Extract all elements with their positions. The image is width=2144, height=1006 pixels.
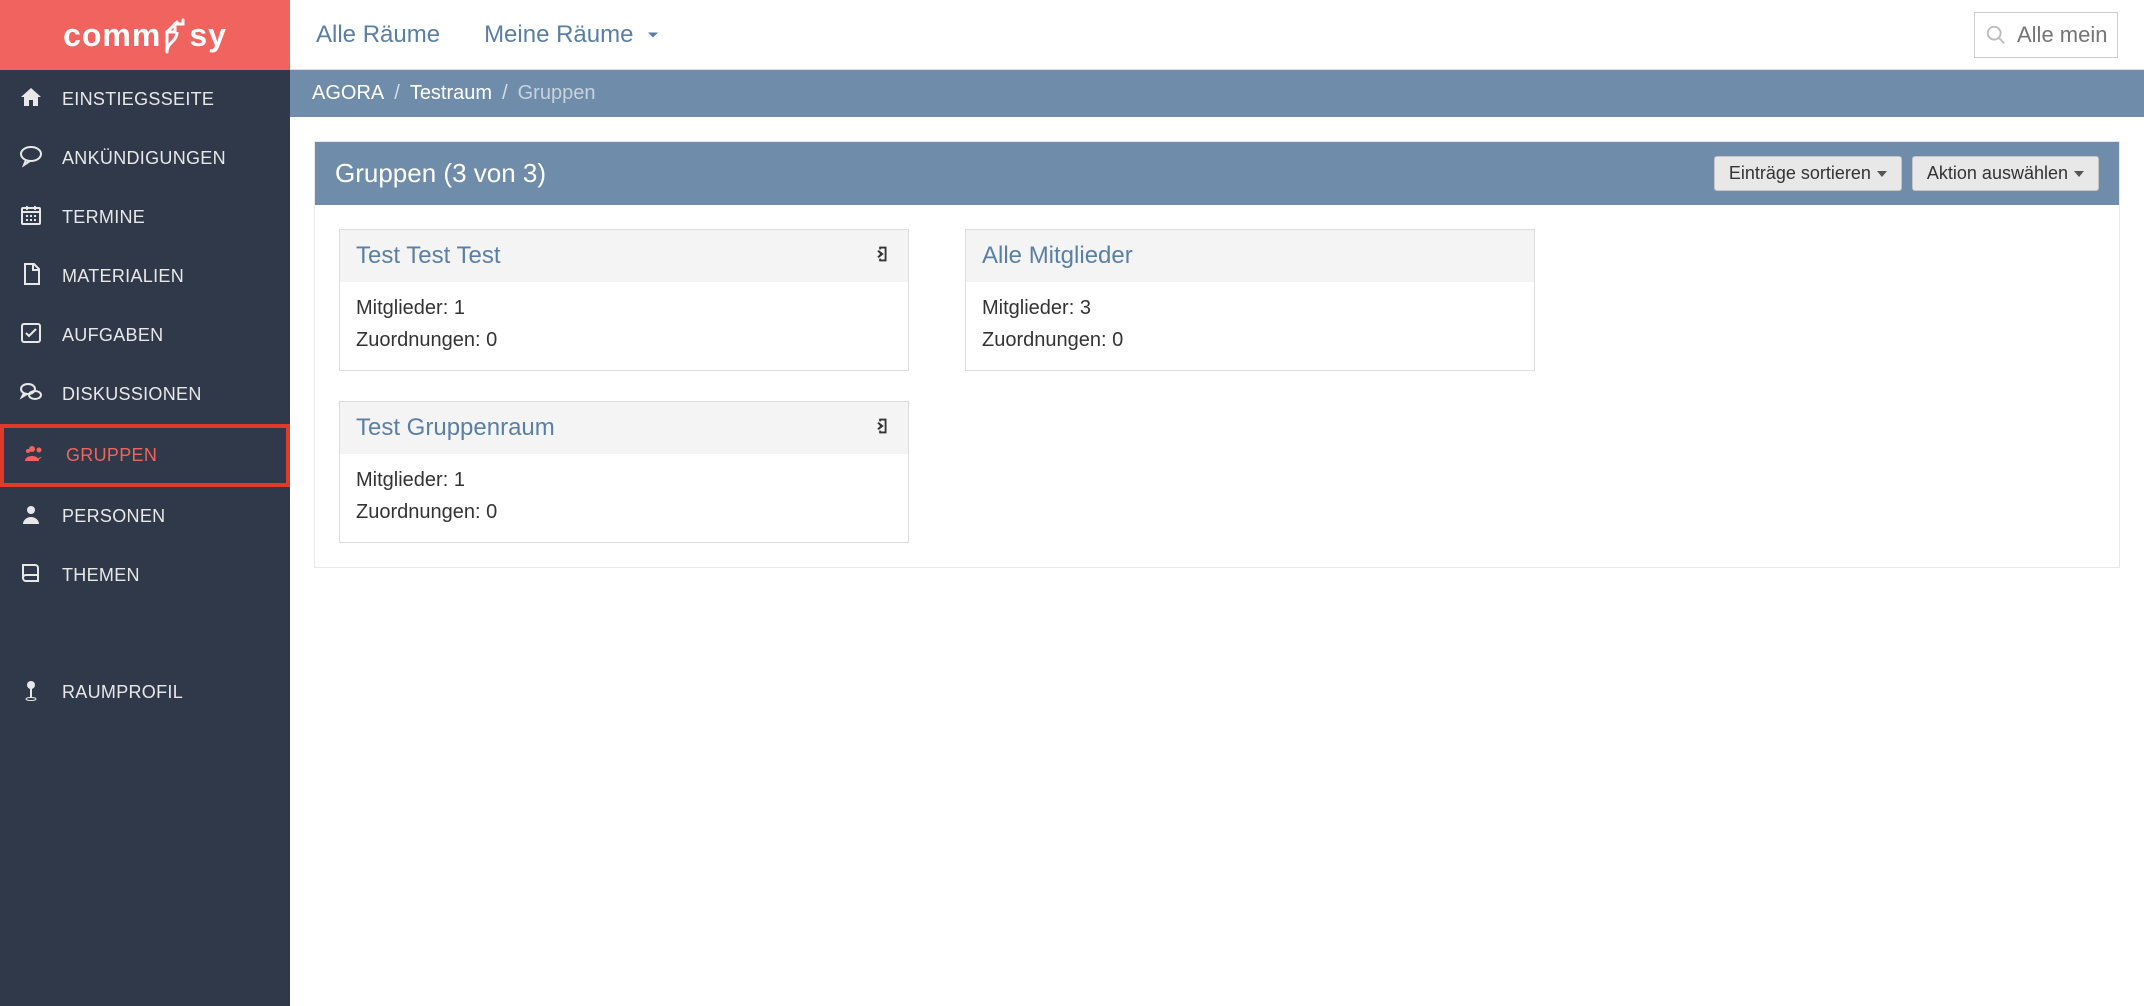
- user-icon: [18, 502, 44, 531]
- assignments-value: 0: [486, 501, 497, 523]
- sidebar-item-termine[interactable]: TERMINE: [0, 188, 290, 247]
- calendar-icon: [18, 203, 44, 232]
- sidebar-item-label: PERSONEN: [62, 506, 165, 527]
- group-title-link[interactable]: Test Test Test: [356, 242, 870, 270]
- assignments-label: Zuordnungen:: [356, 501, 481, 523]
- main-area: Alle Räume Meine Räume AGORA / Testraum …: [290, 0, 2144, 1006]
- sidebar-item-label: TERMINE: [62, 207, 145, 228]
- sidebar-item-label: AUFGABEN: [62, 325, 163, 346]
- breadcrumb-current: Gruppen: [518, 82, 596, 105]
- search-box[interactable]: [1974, 12, 2118, 58]
- logo-text-right: sy: [189, 17, 227, 54]
- group-title-link[interactable]: Test Gruppenraum: [356, 414, 870, 442]
- sidebar-item-personen[interactable]: PERSONEN: [0, 487, 290, 546]
- search-input[interactable]: [2017, 22, 2107, 48]
- sidebar-item-label: EINSTIEGSSEITE: [62, 89, 214, 110]
- members-value: 1: [454, 469, 465, 491]
- assignments-value: 0: [1112, 329, 1123, 351]
- enter-room-icon[interactable]: [870, 415, 892, 442]
- sidebar-item-aufgaben[interactable]: AUFGABEN: [0, 306, 290, 365]
- members-label: Mitglieder:: [982, 297, 1074, 319]
- pin-icon: [18, 678, 44, 707]
- home-icon: [18, 85, 44, 114]
- group-card: Alle Mitglieder Mitglieder: 3 Zuordnunge…: [965, 229, 1535, 371]
- sidebar-item-gruppen[interactable]: GRUPPEN: [0, 424, 290, 487]
- comments-icon: [18, 380, 44, 409]
- group-card: Test Test Test Mitglieder: 1 Zuordnungen…: [339, 229, 909, 371]
- enter-room-icon[interactable]: [870, 243, 892, 270]
- groups-column-right: Alle Mitglieder Mitglieder: 3 Zuordnunge…: [965, 229, 1535, 543]
- speech-icon: [18, 144, 44, 173]
- panel-body: Test Test Test Mitglieder: 1 Zuordnungen…: [315, 205, 2119, 567]
- assignments-value: 0: [486, 329, 497, 351]
- topbar-my-rooms[interactable]: Meine Räume: [484, 21, 663, 49]
- sidebar: comm sy EINSTIEGSSEITE ANKÜNDIGUNGEN TER…: [0, 0, 290, 1006]
- sidebar-item-label: DISKUSSIONEN: [62, 384, 202, 405]
- sidebar-nav: EINSTIEGSSEITE ANKÜNDIGUNGEN TERMINE MAT…: [0, 70, 290, 1006]
- action-select-button[interactable]: Aktion auswählen: [1912, 156, 2099, 191]
- sidebar-item-einstiegsseite[interactable]: EINSTIEGSSEITE: [0, 70, 290, 129]
- sidebar-item-label: RAUMPROFIL: [62, 682, 183, 703]
- sidebar-item-themen[interactable]: THEMEN: [0, 546, 290, 605]
- sidebar-item-materialien[interactable]: MATERIALIEN: [0, 247, 290, 306]
- caret-down-icon: [1877, 171, 1887, 177]
- file-icon: [18, 262, 44, 291]
- assignments-label: Zuordnungen:: [356, 329, 481, 351]
- topbar: Alle Räume Meine Räume: [290, 0, 2144, 70]
- sidebar-item-label: THEMEN: [62, 565, 140, 586]
- breadcrumb-room[interactable]: Testraum: [410, 82, 492, 105]
- book-icon: [18, 561, 44, 590]
- members-label: Mitglieder:: [356, 469, 448, 491]
- members-label: Mitglieder:: [356, 297, 448, 319]
- panel-title: Gruppen (3 von 3): [335, 158, 1714, 189]
- logo-text-left: comm: [63, 17, 161, 54]
- groups-panel: Gruppen (3 von 3) Einträge sortieren Akt…: [314, 141, 2120, 568]
- brand-logo[interactable]: comm sy: [0, 0, 290, 70]
- breadcrumb-root[interactable]: AGORA: [312, 82, 384, 105]
- content: Gruppen (3 von 3) Einträge sortieren Akt…: [290, 117, 2144, 592]
- members-value: 3: [1080, 297, 1091, 319]
- check-icon: [18, 321, 44, 350]
- logo-mark-icon: [163, 18, 187, 54]
- sidebar-item-label: ANKÜNDIGUNGEN: [62, 148, 226, 169]
- sidebar-item-label: GRUPPEN: [66, 445, 157, 466]
- caret-down-icon: [2074, 171, 2084, 177]
- chevron-down-icon: [643, 25, 663, 45]
- sort-button[interactable]: Einträge sortieren: [1714, 156, 1902, 191]
- sidebar-item-diskussionen[interactable]: DISKUSSIONEN: [0, 365, 290, 424]
- breadcrumb: AGORA / Testraum / Gruppen: [290, 70, 2144, 117]
- search-icon: [1985, 24, 2007, 46]
- group-card: Test Gruppenraum Mitglieder: 1 Zuordnung…: [339, 401, 909, 543]
- sidebar-separator: [0, 605, 290, 663]
- sidebar-item-ankuendigungen[interactable]: ANKÜNDIGUNGEN: [0, 129, 290, 188]
- sidebar-item-label: MATERIALIEN: [62, 266, 184, 287]
- users-icon: [22, 441, 48, 470]
- group-title-link[interactable]: Alle Mitglieder: [982, 242, 1518, 270]
- assignments-label: Zuordnungen:: [982, 329, 1107, 351]
- sidebar-item-raumprofil[interactable]: RAUMPROFIL: [0, 663, 290, 722]
- members-value: 1: [454, 297, 465, 319]
- groups-column-left: Test Test Test Mitglieder: 1 Zuordnungen…: [339, 229, 909, 543]
- topbar-all-rooms[interactable]: Alle Räume: [316, 21, 440, 49]
- panel-header: Gruppen (3 von 3) Einträge sortieren Akt…: [315, 142, 2119, 205]
